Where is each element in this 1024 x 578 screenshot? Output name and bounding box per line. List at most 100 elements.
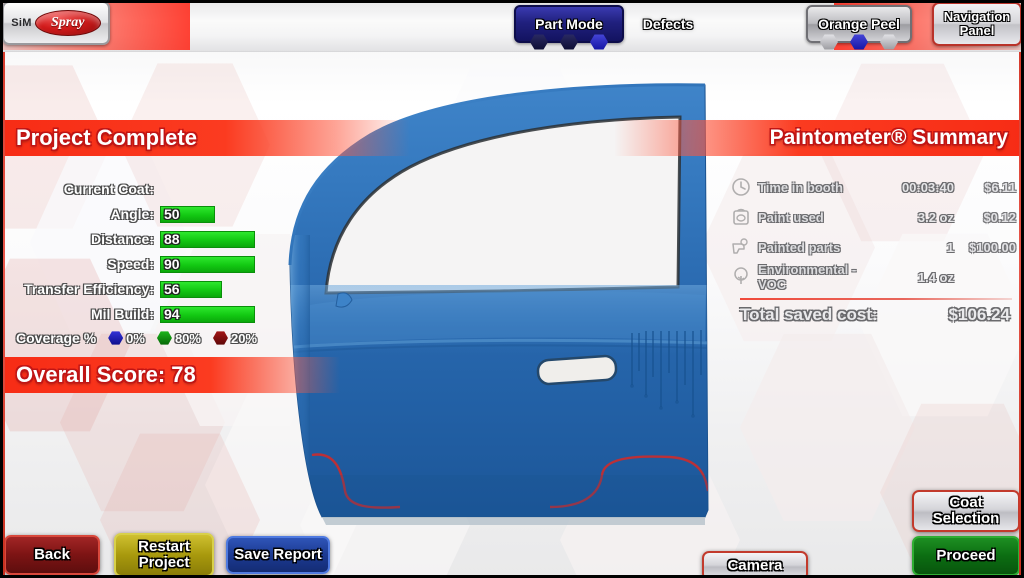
paintometer-value-paint-used: 3.2 oz xyxy=(917,209,954,225)
coverage-pct-green: 80% xyxy=(174,330,201,346)
right-edge-accent xyxy=(1019,52,1024,578)
proceed-button[interactable]: Proceed xyxy=(912,536,1020,576)
current-coat-stats-panel: Current Coat: Angle: 50 Distance: 88 Spe… xyxy=(0,178,300,346)
current-coat-header-row: Current Coat: xyxy=(0,178,300,200)
project-complete-title: Project Complete xyxy=(16,125,197,150)
orange-peel-label: Orange Peel xyxy=(818,16,900,32)
paintometer-value-painted-parts: 1 xyxy=(946,239,954,255)
paintometer-summary-panel: Time in booth 00:03:40 $6.11 Paint used … xyxy=(730,172,1016,325)
defects-label: Defects xyxy=(642,15,694,32)
stat-bar-angle: 50 xyxy=(160,205,215,223)
coverage-pct-blue: 0% xyxy=(126,330,145,346)
back-label: Back xyxy=(34,546,70,564)
logo-ellipse: Spray xyxy=(34,10,101,36)
coverage-pct-red: 20% xyxy=(230,330,258,346)
coverage-hex-red xyxy=(212,331,228,345)
paintometer-label-painted-parts: Painted parts xyxy=(758,239,841,255)
stat-value-angle: 50 xyxy=(164,205,180,222)
stat-bar-transfer-efficiency: 56 xyxy=(160,280,222,298)
stat-row-distance: Distance: 88 xyxy=(0,228,300,250)
stat-value-transfer-efficiency: 56 xyxy=(164,280,180,297)
stat-value-speed: 90 xyxy=(164,255,180,272)
part-mode-hex-3[interactable] xyxy=(590,34,608,50)
clock-icon xyxy=(730,177,752,197)
stat-label-speed: Speed: xyxy=(107,256,154,272)
restart-project-label: Restart Project xyxy=(138,538,190,571)
part-mode-button[interactable]: Part Mode xyxy=(514,5,624,50)
orange-peel-hex-3[interactable] xyxy=(880,34,898,50)
coverage-legend: Coverage % 0% 80% 20% xyxy=(0,330,300,346)
paintometer-total-row: Total saved cost: $106.24 xyxy=(730,305,1016,325)
stat-row-speed: Speed: 90 xyxy=(0,253,300,275)
paint-can-icon xyxy=(730,207,752,227)
simspray-app: SiM Spray Part Mode Defects Orange Peel xyxy=(0,0,1024,578)
current-coat-label: Current Coat: xyxy=(63,181,154,197)
spray-gun-icon xyxy=(730,237,752,257)
simspray-logo: SiM Spray xyxy=(2,1,110,45)
coverage-hex-green xyxy=(156,331,172,345)
project-complete-banner: Project Complete xyxy=(0,120,410,156)
overall-score-banner: Overall Score: 78 xyxy=(0,357,340,393)
paintometer-row-painted-parts: Painted parts 1 $100.00 xyxy=(730,232,1016,262)
paintometer-row-environmental-voc: Environmental - VOC 1.4 oz xyxy=(730,262,1016,292)
stat-label-distance: Distance: xyxy=(90,231,154,247)
coverage-item-blue: 0% xyxy=(108,331,145,346)
defects-button[interactable]: Defects xyxy=(628,3,708,45)
part-mode-label: Part Mode xyxy=(535,16,603,32)
top-toolbar: SiM Spray Part Mode Defects Orange Peel xyxy=(0,0,1024,52)
stat-label-angle: Angle: xyxy=(110,206,154,222)
paintometer-label-paint-used: Paint used xyxy=(758,209,824,225)
back-button[interactable]: Back xyxy=(4,535,100,575)
paintometer-divider xyxy=(740,298,1012,300)
paintometer-row-time-in-booth: Time in booth 00:03:40 $6.11 xyxy=(730,172,1016,202)
paintometer-label-time-in-booth: Time in booth xyxy=(758,179,843,195)
coverage-item-green: 80% xyxy=(156,330,201,346)
tree-icon xyxy=(730,267,752,287)
navigation-panel-label: Navigation Panel xyxy=(943,9,1011,38)
paintometer-label-environmental-voc: Environmental - VOC xyxy=(758,262,857,292)
paintometer-cost-paint-used: $0.12 xyxy=(983,209,1016,225)
coverage-item-red: 20% xyxy=(212,330,258,346)
stat-row-angle: Angle: 50 xyxy=(0,203,300,225)
total-saved-cost-value: $106.24 xyxy=(948,305,1010,324)
logo-text-sim: SiM xyxy=(11,17,32,29)
stat-bar-mil-build: 94 xyxy=(160,305,255,323)
paintometer-cost-time-in-booth: $6.11 xyxy=(984,179,1016,195)
save-report-label: Save Report xyxy=(234,546,322,564)
proceed-label: Proceed xyxy=(936,547,996,565)
stat-bar-distance: 88 xyxy=(160,230,255,248)
overall-score-text: Overall Score: 78 xyxy=(16,362,196,387)
navigation-panel-button[interactable]: Navigation Panel xyxy=(932,2,1022,46)
save-report-button[interactable]: Save Report xyxy=(226,536,330,574)
camera-button[interactable]: Camera xyxy=(702,551,808,578)
logo-text-spray: Spray xyxy=(51,15,85,30)
orange-peel-button[interactable]: Orange Peel xyxy=(806,5,912,50)
orange-peel-hex-1[interactable] xyxy=(820,34,838,50)
coverage-hex-blue xyxy=(108,331,124,345)
paintometer-cost-painted-parts: $100.00 xyxy=(969,239,1016,255)
left-edge-accent xyxy=(0,52,5,578)
paintometer-value-time-in-booth: 00:03:40 xyxy=(901,179,954,195)
stat-label-mil-build: Mil Build: xyxy=(91,306,154,322)
stat-label-transfer-efficiency: Transfer Efficiency: xyxy=(24,281,154,297)
part-mode-hex-1[interactable] xyxy=(530,34,548,50)
restart-project-button[interactable]: Restart Project xyxy=(114,533,214,577)
coat-selection-button[interactable]: Coat Selection xyxy=(912,490,1020,532)
orange-peel-indicator-hexes xyxy=(808,34,910,50)
stat-value-mil-build: 94 xyxy=(164,305,180,322)
stat-value-distance: 88 xyxy=(164,230,180,247)
part-mode-indicator-hexes xyxy=(516,34,622,50)
stat-row-mil-build: Mil Build: 94 xyxy=(0,303,300,325)
coverage-label: Coverage % xyxy=(16,330,97,346)
stat-bar-speed: 90 xyxy=(160,255,255,273)
paintometer-value-environmental-voc: 1.4 oz xyxy=(917,269,954,285)
stat-row-transfer-efficiency: Transfer Efficiency: 56 xyxy=(0,278,300,300)
paintometer-banner: Paintometer® Summary xyxy=(614,120,1024,156)
total-saved-cost-label: Total saved cost: xyxy=(740,305,878,324)
camera-label: Camera xyxy=(727,557,783,575)
coat-selection-label: Coat Selection xyxy=(932,494,1000,527)
orange-peel-hex-2[interactable] xyxy=(850,34,868,50)
paintometer-title: Paintometer® Summary xyxy=(769,126,1008,149)
part-mode-hex-2[interactable] xyxy=(560,34,578,50)
paintometer-row-paint-used: Paint used 3.2 oz $0.12 xyxy=(730,202,1016,232)
